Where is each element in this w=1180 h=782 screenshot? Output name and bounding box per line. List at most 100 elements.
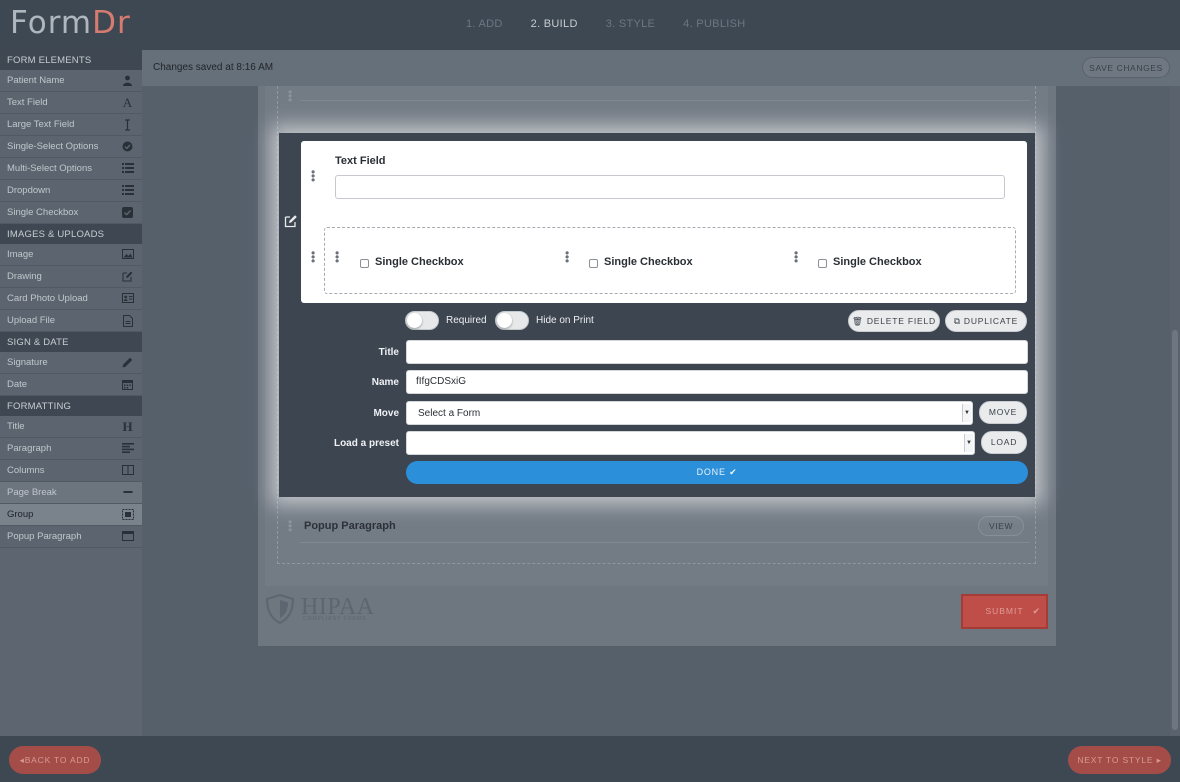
sidebar-item-label: Image (7, 249, 34, 260)
checkbox-label: Single Checkbox (604, 256, 693, 268)
submit-button[interactable]: SUBMIT ✔ (961, 594, 1048, 629)
step-build[interactable]: 2. BUILD (531, 18, 578, 30)
sidebar-item-label: Group (7, 509, 34, 520)
section-formatting: FORMATTING (0, 396, 142, 416)
sidebar-item-signature[interactable]: Signature (0, 352, 142, 374)
move-select-value: Select a Form (418, 408, 481, 419)
text-field-preview-input[interactable] (335, 175, 1005, 199)
duplicate-label: DUPLICATE (963, 316, 1019, 326)
duplicate-button[interactable]: ⧉ DUPLICATE (945, 310, 1027, 332)
sidebar-item-patient-name[interactable]: Patient Name (0, 70, 142, 92)
sidebar-item-label: Date (7, 379, 28, 390)
drag-handle-icon[interactable]: • • • (311, 166, 315, 186)
checkbox[interactable] (589, 258, 598, 268)
sidebar-item-page-break[interactable]: Page Break (0, 482, 142, 504)
formdr-logo[interactable]: FormDr (10, 5, 131, 41)
title-input[interactable] (406, 340, 1028, 364)
file-icon (122, 315, 133, 327)
sidebar-item-single-checkbox[interactable]: Single Checkbox (0, 202, 142, 224)
image-icon (122, 249, 134, 260)
drag-handle-icon[interactable]: • • • (288, 516, 292, 536)
checkbox-item[interactable]: Single Checkbox (818, 255, 922, 269)
sidebar-item-label: Dropdown (7, 185, 51, 196)
checkbox-item[interactable]: Single Checkbox (589, 255, 693, 269)
sidebar-item-label: Text Field (7, 97, 48, 108)
sidebar-item-label: Large Text Field (7, 119, 75, 130)
edit-icon[interactable] (284, 214, 298, 228)
sidebar-item-popup-paragraph[interactable]: Popup Paragraph (0, 526, 142, 548)
sidebar-item-card-photo-upload[interactable]: Card Photo Upload (0, 288, 142, 310)
done-button[interactable]: DONE ✔ (406, 461, 1028, 484)
step-add[interactable]: 1. ADD (466, 18, 503, 30)
required-label: Required (446, 315, 487, 326)
sidebar-item-label: Multi-Select Options (7, 163, 93, 174)
load-preset-select[interactable]: ▼ (406, 431, 975, 455)
sidebar-item-label: Single-Select Options (7, 141, 99, 152)
move-button[interactable]: MOVE (979, 401, 1027, 424)
hide-on-print-toggle[interactable] (495, 311, 529, 330)
checkbox[interactable] (818, 258, 827, 268)
done-label: DONE (696, 467, 726, 477)
field-divider (300, 100, 1030, 101)
save-changes-button[interactable]: SAVE CHANGES (1082, 57, 1170, 78)
view-button[interactable]: VIEW (978, 516, 1024, 536)
drag-handle-icon[interactable]: • • • (565, 247, 569, 267)
sidebar-item-label: Popup Paragraph (7, 531, 82, 542)
pen-icon (122, 357, 133, 368)
drag-handle-icon[interactable]: • • • (794, 247, 798, 267)
move-form-select[interactable]: Select a Form ▼ (406, 401, 973, 425)
user-icon (122, 75, 133, 86)
drag-handle-icon[interactable]: • • • (335, 247, 339, 267)
drag-handle-icon[interactable]: • • • (311, 247, 315, 267)
sidebar-item-label: Card Photo Upload (7, 293, 88, 304)
next-to-style-button[interactable]: NEXT TO STYLE ▸ (1068, 746, 1171, 774)
trash-icon: 🗑︎ (852, 316, 864, 326)
sidebar-item-paragraph[interactable]: Paragraph (0, 438, 142, 460)
sidebar-item-large-text-field[interactable]: Large Text Field (0, 114, 142, 136)
load-button[interactable]: LOAD (981, 431, 1027, 454)
logo-accent-text: Dr (92, 5, 131, 41)
caret-down-icon: ▼ (962, 404, 971, 422)
delete-field-button[interactable]: 🗑︎ DELETE FIELD (848, 310, 940, 332)
sidebar-item-dropdown[interactable]: Dropdown (0, 180, 142, 202)
sidebar-item-drawing[interactable]: Drawing (0, 266, 142, 288)
save-status-text: Changes saved at 8:16 AM (153, 62, 274, 73)
drag-handle-icon[interactable]: • • • (288, 86, 292, 106)
columns-icon (122, 465, 134, 476)
section-form-elements: FORM ELEMENTS (0, 50, 142, 70)
sidebar-item-group[interactable]: Group (0, 504, 142, 526)
step-style[interactable]: 3. STYLE (606, 18, 655, 30)
text-cursor-icon (122, 119, 133, 131)
preset-row-label: Load a preset (333, 438, 399, 449)
wizard-steps: 1. ADD 2. BUILD 3. STYLE 4. PUBLISH (466, 18, 745, 30)
sidebar-item-text-field[interactable]: Text Field A (0, 92, 142, 114)
step-publish[interactable]: 4. PUBLISH (683, 18, 745, 30)
check-icon: ✔ (729, 467, 738, 477)
sidebar-item-upload-file[interactable]: Upload File (0, 310, 142, 332)
sidebar-item-image[interactable]: Image (0, 244, 142, 266)
back-label: BACK TO ADD (24, 755, 91, 765)
caret-right-icon: ▸ (1156, 755, 1162, 765)
move-row-label: Move (373, 408, 399, 419)
hide-on-print-label: Hide on Print (536, 315, 594, 326)
sidebar-item-label: Single Checkbox (7, 207, 79, 218)
required-toggle[interactable] (405, 311, 439, 330)
sidebar-item-date[interactable]: Date (0, 374, 142, 396)
submit-label: SUBMIT (985, 606, 1024, 616)
sidebar-item-columns[interactable]: Columns (0, 460, 142, 482)
sidebar-item-single-select[interactable]: Single-Select Options (0, 136, 142, 158)
status-bar: Changes saved at 8:16 AM SAVE CHANGES (142, 50, 1180, 86)
sidebar-item-title[interactable]: Title H (0, 416, 142, 438)
name-input[interactable]: fIfgCDSxiG (406, 370, 1028, 394)
delete-label: DELETE FIELD (866, 316, 936, 326)
checkbox-item[interactable]: Single Checkbox (360, 255, 464, 269)
list-icon (122, 185, 134, 196)
popup-paragraph-row[interactable]: Popup Paragraph VIEW (300, 510, 1030, 543)
group-icon (122, 509, 134, 520)
sidebar-item-label: Signature (7, 357, 48, 368)
scrollbar-thumb[interactable] (1172, 330, 1178, 730)
back-to-add-button[interactable]: ◂BACK TO ADD (9, 746, 101, 774)
sidebar-item-multi-select[interactable]: Multi-Select Options (0, 158, 142, 180)
checkbox[interactable] (360, 258, 369, 268)
checkbox-label: Single Checkbox (375, 256, 464, 268)
